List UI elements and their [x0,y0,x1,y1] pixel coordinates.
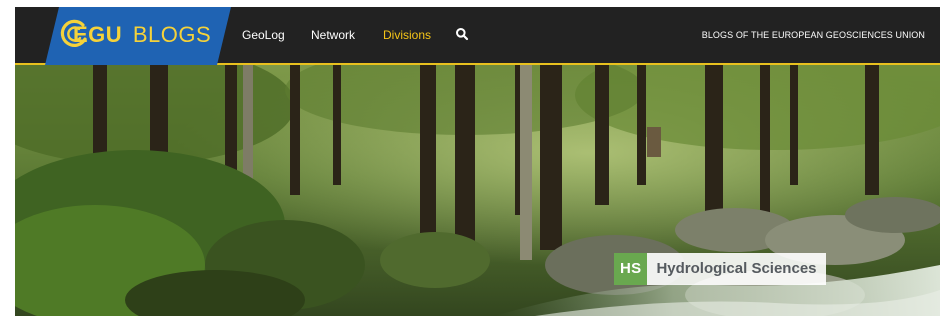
logo-text-blogs: BLOGS [132,22,212,47]
hero-banner: HS Hydrological Sciences [15,65,940,316]
search-icon[interactable] [455,27,469,41]
logo-text-egu: EGU [73,22,123,47]
nav-item-geolog[interactable]: GeoLog [242,27,285,43]
page: EGU BLOGS GeoLog Network Divisions BLOGS… [0,0,940,316]
nav-item-network[interactable]: Network [311,27,355,43]
nav-item-divisions[interactable]: Divisions [383,27,431,43]
division-name: Hydrological Sciences [647,253,826,285]
division-badge[interactable]: HS Hydrological Sciences [614,253,826,285]
top-navbar: EGU BLOGS GeoLog Network Divisions BLOGS… [15,7,940,65]
site-tagline: BLOGS OF THE EUROPEAN GEOSCIENCES UNION [701,30,925,40]
logo-text: EGU BLOGS [59,20,211,50]
logo-link[interactable]: EGU BLOGS [45,7,231,65]
division-abbr: HS [614,253,648,285]
